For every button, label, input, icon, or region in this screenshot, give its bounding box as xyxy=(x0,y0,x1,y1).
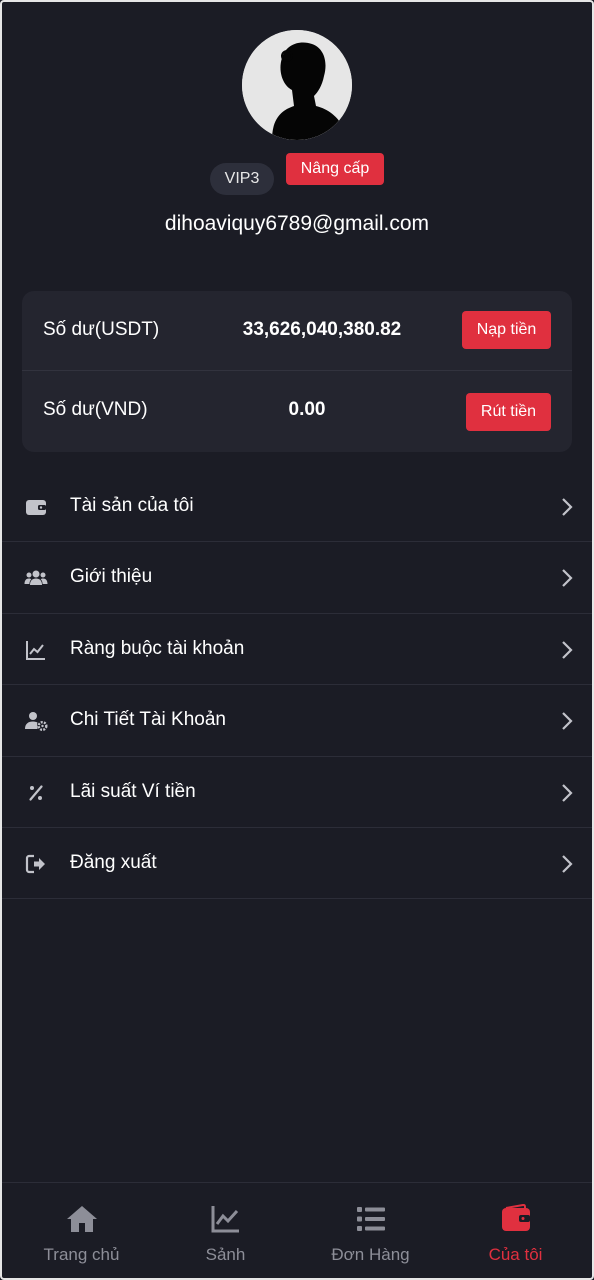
menu-item-logout[interactable]: Đăng xuất xyxy=(2,828,592,900)
profile-menu: Tài sản của tôi Giới thiệu Ràng buộc tài… xyxy=(2,471,592,900)
bottom-nav: Trang chủ Sảnh Đơn Hàng Của tôi xyxy=(2,1182,592,1278)
menu-item-account-details[interactable]: Chi Tiết Tài Khoản xyxy=(2,685,592,757)
nav-home[interactable]: Trang chủ xyxy=(8,1183,155,1279)
nav-lobby[interactable]: Sảnh xyxy=(152,1183,299,1279)
logout-icon xyxy=(25,854,45,874)
upgrade-button[interactable]: Nâng cấp xyxy=(286,153,384,185)
vip-badge-row: VIP3 Nâng cấp xyxy=(0,153,594,198)
home-icon xyxy=(66,1206,97,1232)
balance-card: Số dư(USDT) 33,626,040,380.82 Nạp tiền S… xyxy=(22,291,572,452)
menu-item-label: Chi Tiết Tài Khoản xyxy=(70,709,226,731)
nav-my-account[interactable]: Của tôi xyxy=(442,1183,589,1279)
balance-label: Số dư(USDT) xyxy=(43,319,160,340)
chevron-right-icon xyxy=(562,498,573,516)
nav-label: Đơn Hàng xyxy=(331,1245,410,1264)
balance-value: 0.00 xyxy=(288,399,326,420)
nav-label: Sảnh xyxy=(205,1245,246,1264)
chart-line-icon xyxy=(211,1206,239,1233)
balance-row-vnd: Số dư(VND) 0.00 Rút tiền xyxy=(22,371,572,451)
menu-item-account-binding[interactable]: Ràng buộc tài khoản xyxy=(2,614,592,686)
avatar[interactable] xyxy=(242,30,352,140)
menu-item-assets[interactable]: Tài sản của tôi xyxy=(2,471,592,543)
users-icon xyxy=(24,570,48,586)
avatar-image xyxy=(242,30,352,140)
menu-item-label: Tài sản của tôi xyxy=(70,495,194,516)
user-email: dihoaviquy6789@gmail.com xyxy=(164,212,430,235)
chevron-right-icon xyxy=(562,783,573,802)
balance-label: Số dư(VND) xyxy=(43,399,148,420)
balance-value: 33,626,040,380.82 xyxy=(242,319,402,340)
withdraw-button[interactable]: Rút tiền xyxy=(466,393,551,431)
menu-item-label: Giới thiệu xyxy=(70,566,153,588)
nav-orders[interactable]: Đơn Hàng xyxy=(297,1183,444,1279)
wallet-icon xyxy=(501,1203,530,1231)
user-gear-icon xyxy=(25,712,48,732)
chevron-right-icon xyxy=(562,569,573,588)
menu-item-wallet-interest[interactable]: Lãi suất Ví tiền xyxy=(2,757,592,828)
menu-item-label: Ràng buộc tài khoản xyxy=(70,637,245,659)
menu-item-referral[interactable]: Giới thiệu xyxy=(2,542,592,614)
wallet-icon xyxy=(26,500,46,515)
chevron-right-icon xyxy=(562,712,573,730)
nav-label: Trang chủ xyxy=(43,1245,120,1264)
chevron-right-icon xyxy=(562,855,573,873)
deposit-button[interactable]: Nạp tiền xyxy=(462,311,551,349)
menu-item-label: Lãi suất Ví tiền xyxy=(70,780,196,802)
chevron-right-icon xyxy=(562,641,573,659)
list-icon xyxy=(356,1207,385,1231)
chart-line-icon xyxy=(26,640,45,660)
nav-label: Của tôi xyxy=(488,1245,543,1264)
balance-row-usdt: Số dư(USDT) 33,626,040,380.82 Nạp tiền xyxy=(22,291,572,371)
menu-item-label: Đăng xuất xyxy=(70,851,157,873)
percent-icon xyxy=(29,784,43,801)
vip-badge: VIP3 xyxy=(210,163,274,195)
